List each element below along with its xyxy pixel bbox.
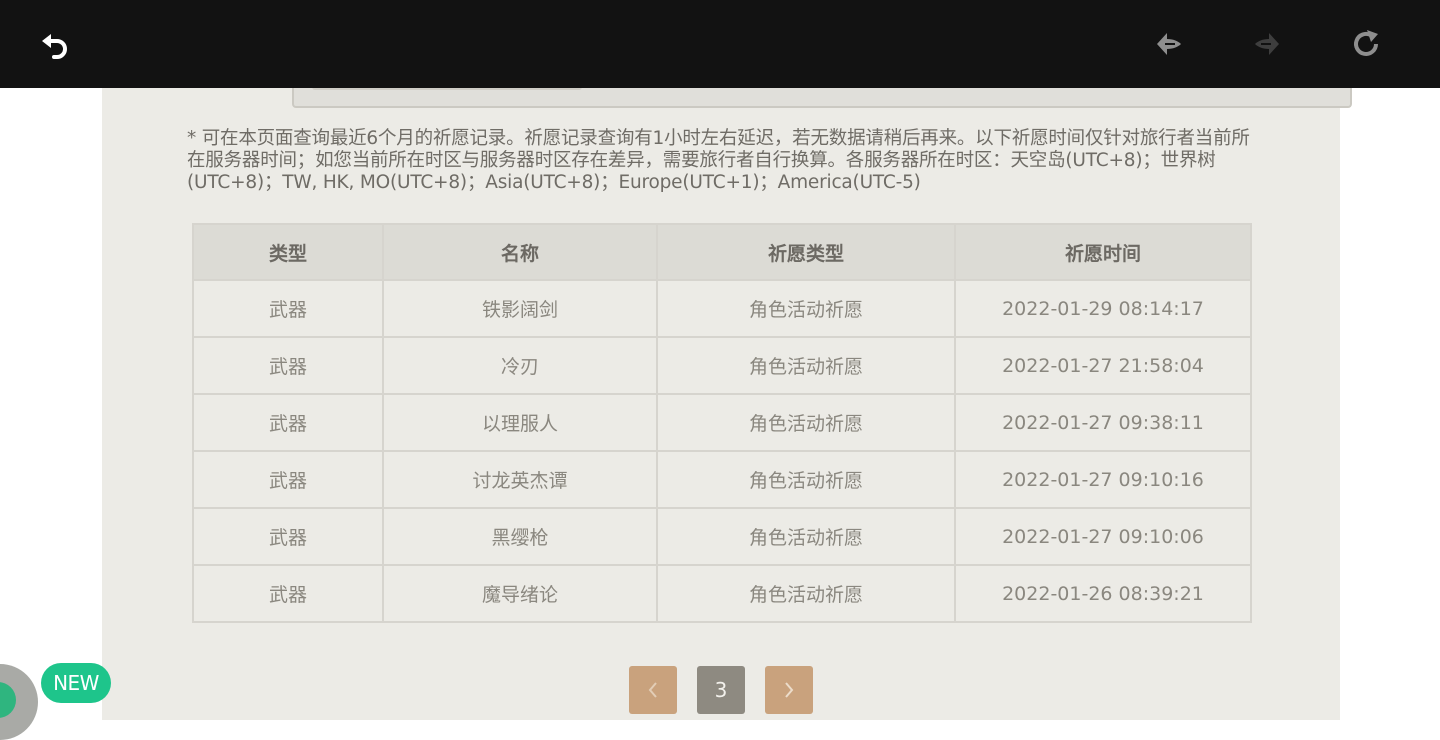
cell-wish-type: 角色活动祈愿 xyxy=(656,279,956,338)
nav-forward-icon[interactable] xyxy=(1247,24,1287,64)
cell-wish-time: 2022-01-29 08:14:17 xyxy=(954,279,1252,338)
cell-type: 武器 xyxy=(192,393,384,452)
cell-wish-type: 角色活动祈愿 xyxy=(656,507,956,566)
cell-type: 武器 xyxy=(192,279,384,338)
next-page-button[interactable] xyxy=(765,666,813,714)
cell-name: 魔导绪论 xyxy=(382,564,658,623)
cell-wish-time: 2022-01-27 09:10:06 xyxy=(954,507,1252,566)
column-header-type: 类型 xyxy=(192,223,384,281)
table-row: 武器 魔导绪论 角色活动祈愿 2022-01-26 08:39:21 xyxy=(192,564,1252,623)
cell-type: 武器 xyxy=(192,450,384,509)
cell-name: 讨龙英杰谭 xyxy=(382,450,658,509)
column-header-wish-time: 祈愿时间 xyxy=(954,223,1252,281)
table-row: 武器 黑缨枪 角色活动祈愿 2022-01-27 09:10:06 xyxy=(192,507,1252,566)
column-header-name: 名称 xyxy=(382,223,658,281)
cell-wish-time: 2022-01-27 09:10:16 xyxy=(954,450,1252,509)
cell-type: 武器 xyxy=(192,564,384,623)
cell-name: 以理服人 xyxy=(382,393,658,452)
notice-text: * 可在本页面查询最近6个月的祈愿记录。祈愿记录查询有1小时左右延迟，若无数据请… xyxy=(187,128,1250,193)
cell-wish-type: 角色活动祈愿 xyxy=(656,336,956,395)
cell-wish-type: 角色活动祈愿 xyxy=(656,564,956,623)
current-page-indicator[interactable]: 3 xyxy=(697,666,745,714)
assistant-icon xyxy=(0,682,16,718)
table-header-row: 类型 名称 祈愿类型 祈愿时间 xyxy=(192,223,1252,281)
cell-name: 冷刃 xyxy=(382,336,658,395)
cell-wish-time: 2022-01-27 21:58:04 xyxy=(954,336,1252,395)
cell-wish-time: 2022-01-27 09:38:11 xyxy=(954,393,1252,452)
cell-wish-type: 角色活动祈愿 xyxy=(656,450,956,509)
table-row: 武器 冷刃 角色活动祈愿 2022-01-27 21:58:04 xyxy=(192,336,1252,395)
cell-wish-type: 角色活动祈愿 xyxy=(656,393,956,452)
table-row: 武器 讨龙英杰谭 角色活动祈愿 2022-01-27 09:10:16 xyxy=(192,450,1252,509)
cell-type: 武器 xyxy=(192,507,384,566)
refresh-icon[interactable] xyxy=(1346,24,1386,64)
cell-wish-time: 2022-01-26 08:39:21 xyxy=(954,564,1252,623)
cell-name: 铁影阔剑 xyxy=(382,279,658,338)
floating-assistant-button[interactable] xyxy=(0,664,38,740)
table-row: 武器 以理服人 角色活动祈愿 2022-01-27 09:38:11 xyxy=(192,393,1252,452)
table-row: 武器 铁影阔剑 角色活动祈愿 2022-01-29 08:14:17 xyxy=(192,279,1252,338)
previous-page-button[interactable] xyxy=(629,666,677,714)
back-arrow-icon[interactable] xyxy=(35,24,75,64)
chevron-left-icon xyxy=(648,682,657,698)
column-header-wish-type: 祈愿类型 xyxy=(656,223,956,281)
cell-name: 黑缨枪 xyxy=(382,507,658,566)
cell-type: 武器 xyxy=(192,336,384,395)
nav-back-icon[interactable] xyxy=(1149,24,1189,64)
new-badge[interactable]: NEW xyxy=(41,663,111,703)
wish-history-table: 类型 名称 祈愿类型 祈愿时间 武器 铁影阔剑 角色活动祈愿 2022-01-2… xyxy=(192,223,1252,623)
chevron-right-icon xyxy=(785,682,794,698)
browser-toolbar xyxy=(0,0,1440,88)
